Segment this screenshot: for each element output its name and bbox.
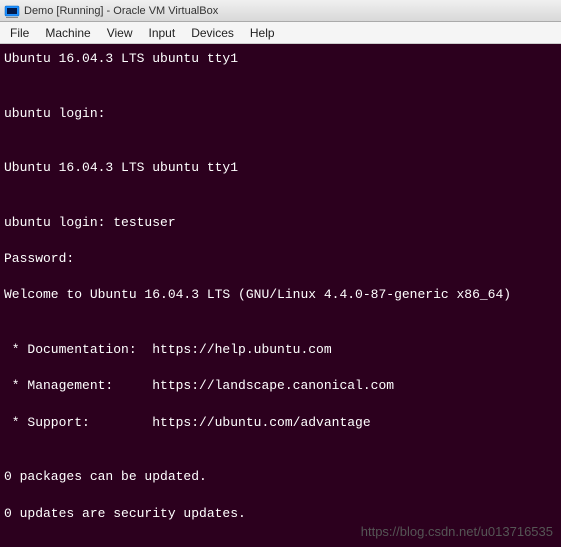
terminal-line: * Support: https://ubuntu.com/advantage — [4, 414, 557, 432]
menu-machine[interactable]: Machine — [37, 22, 98, 43]
terminal-line: 0 updates are security updates. — [4, 505, 557, 523]
terminal-line: ubuntu login: — [4, 105, 557, 123]
window-title: Demo [Running] - Oracle VM VirtualBox — [24, 5, 557, 17]
terminal-line: ubuntu login: testuser — [4, 214, 557, 232]
menu-input[interactable]: Input — [141, 22, 184, 43]
menu-help[interactable]: Help — [242, 22, 283, 43]
menu-devices[interactable]: Devices — [183, 22, 242, 43]
terminal-line: 0 packages can be updated. — [4, 468, 557, 486]
terminal-line: Password: — [4, 250, 557, 268]
app-icon — [4, 3, 20, 19]
terminal-line: Welcome to Ubuntu 16.04.3 LTS (GNU/Linux… — [4, 286, 557, 304]
menu-view[interactable]: View — [99, 22, 141, 43]
terminal-line: Ubuntu 16.04.3 LTS ubuntu tty1 — [4, 159, 557, 177]
menu-bar: File Machine View Input Devices Help — [0, 22, 561, 44]
menu-file[interactable]: File — [2, 22, 37, 43]
terminal-window[interactable]: Ubuntu 16.04.3 LTS ubuntu tty1 ubuntu lo… — [0, 44, 561, 547]
terminal-line: * Management: https://landscape.canonica… — [4, 377, 557, 395]
terminal-line: * Documentation: https://help.ubuntu.com — [4, 341, 557, 359]
title-bar: Demo [Running] - Oracle VM VirtualBox — [0, 0, 561, 22]
watermark-text: https://blog.csdn.net/u013716535 — [361, 524, 553, 539]
terminal-line: Ubuntu 16.04.3 LTS ubuntu tty1 — [4, 50, 557, 68]
